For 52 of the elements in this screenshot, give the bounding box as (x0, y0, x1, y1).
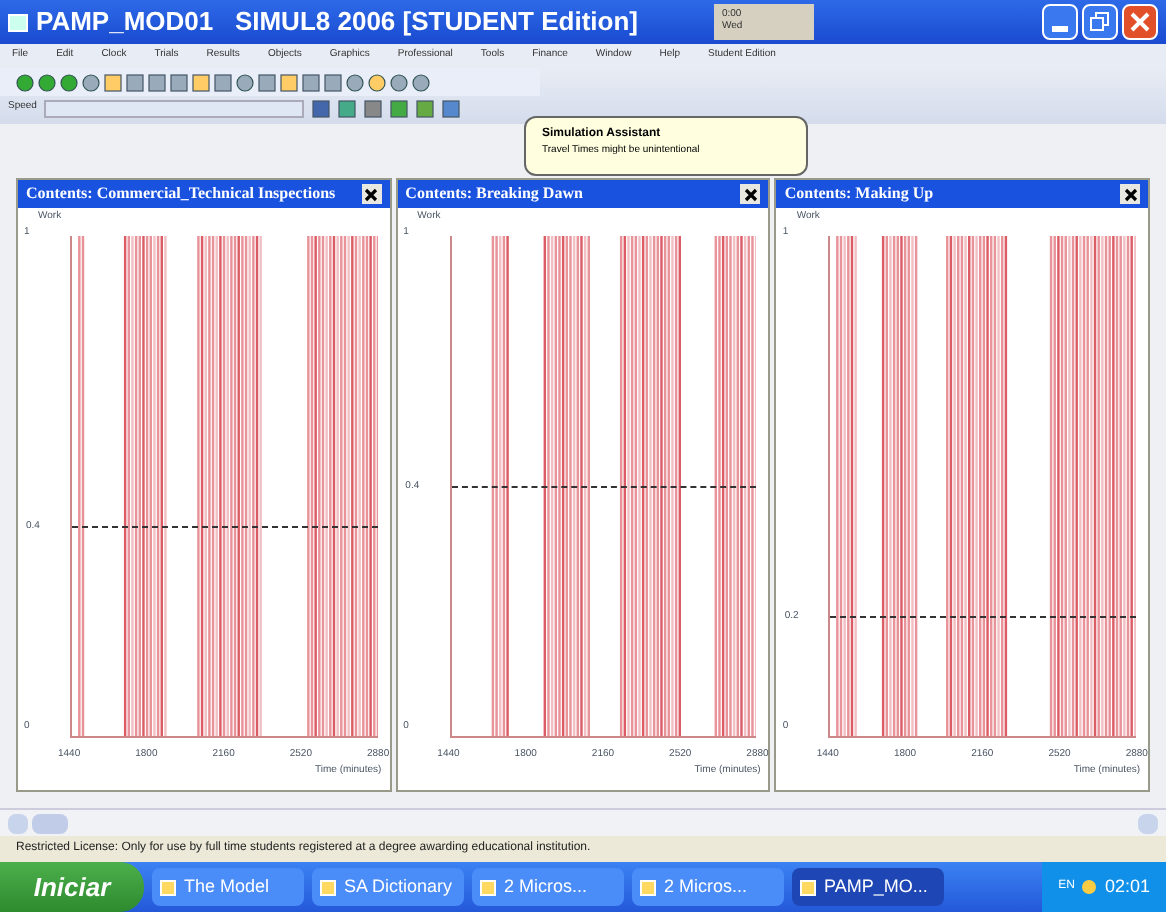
close-icon (364, 187, 379, 201)
close-button[interactable] (1120, 184, 1141, 204)
circle-icon[interactable] (16, 73, 34, 91)
square-icon[interactable] (338, 99, 357, 117)
square-icon[interactable] (324, 73, 342, 91)
window-title: PAMP_MOD01 SIMUL8 2006 [STUDENT Edition] (36, 4, 638, 41)
start-button[interactable]: Iniciar (0, 862, 144, 912)
square-icon[interactable] (214, 73, 232, 91)
circle-icon[interactable] (82, 73, 100, 91)
clock-text: 02:01 (1104, 873, 1150, 900)
square-icon[interactable] (148, 73, 166, 91)
close-icon (1123, 187, 1138, 201)
circle-icon[interactable] (346, 73, 364, 91)
restore-icon (1090, 12, 1110, 32)
panel-title: Contents: Commercial_Technical Inspections (26, 182, 336, 206)
square-icon[interactable] (126, 73, 144, 91)
panel-title: Contents: Making Up (784, 182, 934, 206)
circle-icon[interactable] (60, 73, 78, 91)
window-icon (800, 879, 816, 895)
window-icon (480, 879, 496, 895)
window-icon (160, 879, 176, 895)
circle-icon[interactable] (368, 73, 386, 91)
minimize-button[interactable] (1042, 4, 1078, 40)
minimize-icon (1052, 26, 1068, 32)
square-icon[interactable] (280, 73, 298, 91)
square-icon[interactable] (442, 99, 461, 117)
square-icon[interactable] (104, 73, 122, 91)
square-icon[interactable] (416, 99, 435, 117)
taskbar-button[interactable]: PAMP_MO... (792, 868, 944, 906)
close-button[interactable] (361, 184, 382, 204)
circle-icon[interactable] (390, 73, 408, 91)
horizontal-scrollbar[interactable] (0, 808, 1166, 836)
square-icon[interactable] (302, 73, 320, 91)
square-icon[interactable] (390, 99, 409, 117)
square-icon[interactable] (312, 99, 331, 117)
window-icon (640, 879, 656, 895)
square-icon[interactable] (258, 73, 276, 91)
panel-title: Contents: Breaking Dawn (405, 182, 583, 206)
window-icon (320, 879, 336, 895)
scroll-thumb[interactable] (32, 813, 68, 833)
close-icon (743, 187, 758, 201)
close-button[interactable] (740, 184, 761, 204)
circle-icon[interactable] (38, 73, 56, 91)
app-icon (8, 13, 28, 31)
maximize-button[interactable] (1082, 4, 1118, 40)
tray-icon[interactable] (1082, 880, 1097, 894)
square-icon[interactable] (192, 73, 210, 91)
close-icon (1130, 12, 1150, 32)
circle-icon[interactable] (236, 73, 254, 91)
square-icon[interactable] (170, 73, 188, 91)
square-icon[interactable] (364, 99, 383, 117)
circle-icon[interactable] (412, 73, 430, 91)
